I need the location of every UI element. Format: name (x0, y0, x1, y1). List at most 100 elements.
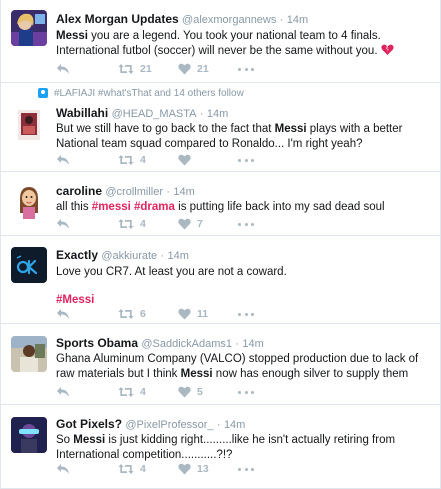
tweet-header: Wabillahi @HEAD_MASTA · 14m (56, 106, 432, 121)
avatar[interactable] (11, 247, 47, 283)
avatar[interactable] (11, 107, 47, 143)
reply-icon (57, 309, 69, 319)
separator: · (279, 14, 284, 26)
tweet[interactable]: Got Pixels? @PixelProfessor_ · 14m So Me… (1, 405, 440, 489)
hashtag-link[interactable]: #drama (134, 201, 175, 213)
like-button[interactable]: 7 (178, 218, 238, 230)
broken-heart-icon (381, 44, 394, 61)
user-handle[interactable]: @PixelProfessor_ (125, 419, 213, 431)
reply-button[interactable] (56, 63, 118, 75)
reply-button[interactable] (56, 386, 118, 398)
text-segment: Love you CR7. At least you are not a cow… (56, 266, 287, 278)
retweet-count: 4 (140, 154, 146, 166)
tweet[interactable]: Sports Obama @SaddickAdams1 · 14m Ghana … (1, 324, 440, 405)
keyword-highlight: Messi (56, 30, 88, 42)
separator: · (235, 338, 240, 350)
like-button[interactable]: 13 (178, 463, 238, 475)
reply-icon (57, 464, 69, 474)
hashtag-link[interactable]: #messi (92, 201, 131, 213)
user-handle[interactable]: @alexmorgannews (182, 14, 276, 26)
timeline: Alex Morgan Updates @alexmorgannews · 14… (0, 0, 441, 489)
timestamp[interactable]: 14m (224, 419, 245, 431)
retweet-button[interactable]: 6 (118, 308, 178, 320)
user-handle[interactable]: @akkiurate (101, 250, 157, 262)
like-count: 7 (197, 218, 203, 230)
like-icon (178, 463, 191, 475)
tweet[interactable]: caroline @crollmiller · 14m all this #me… (1, 172, 440, 236)
retweet-button[interactable]: 4 (118, 463, 178, 475)
user-name[interactable]: Alex Morgan Updates (56, 12, 179, 26)
separator: · (216, 419, 221, 431)
avatar[interactable] (11, 417, 47, 453)
text-segment: So (56, 434, 74, 446)
retweet-count: 21 (140, 63, 152, 75)
tweet-actions: 6 11 (56, 306, 254, 322)
tweet-header: Exactly @akkiurate · 14m (56, 248, 432, 263)
reply-button[interactable] (56, 463, 118, 475)
retweet-icon (118, 387, 134, 397)
tweet-actions: 4 (56, 152, 254, 168)
user-handle[interactable]: @crollmiller (105, 186, 163, 198)
more-icon[interactable] (238, 463, 254, 475)
follow-context: #LAFIAJI #what'sThat and 14 others follo… (38, 87, 244, 99)
tweet[interactable]: Alex Morgan Updates @alexmorgannews · 14… (1, 0, 440, 83)
user-handle[interactable]: @SaddickAdams1 (141, 338, 232, 350)
keyword-highlight: Messi (180, 368, 213, 380)
more-icon[interactable] (238, 154, 254, 166)
reply-button[interactable] (56, 308, 118, 320)
tweet-text: Love you CR7. At least you are not a cow… (56, 265, 432, 280)
retweet-button[interactable]: 4 (118, 154, 178, 166)
more-icon[interactable] (238, 386, 254, 398)
tweet[interactable]: Exactly @akkiurate · 14m Love you CR7. A… (1, 236, 440, 324)
avatar[interactable] (11, 10, 47, 46)
timestamp[interactable]: 14m (207, 108, 228, 120)
follow-context-text[interactable]: #LAFIAJI #what'sThat and 14 others follo… (54, 88, 244, 99)
text-segment: you are a legend. You took your national… (56, 30, 381, 57)
more-icon[interactable] (238, 308, 254, 320)
like-count: 13 (197, 463, 209, 475)
retweet-button[interactable]: 4 (118, 386, 178, 398)
retweet-count: 4 (140, 386, 146, 398)
tweet-text: But we still have to go back to the fact… (56, 122, 432, 152)
timestamp[interactable]: 14m (242, 338, 263, 350)
timestamp[interactable]: 14m (168, 250, 189, 262)
timestamp[interactable]: 14m (173, 186, 194, 198)
text-segment: But we still have to go back to the fact… (56, 123, 275, 135)
retweet-icon (118, 155, 134, 165)
retweet-button[interactable]: 4 (118, 218, 178, 230)
like-button[interactable] (178, 154, 238, 166)
user-name[interactable]: Exactly (56, 248, 98, 262)
retweet-count: 4 (140, 218, 146, 230)
user-name[interactable]: Wabillahi (56, 106, 108, 120)
tweet-text: Messi you are a legend. You took your na… (56, 29, 432, 61)
separator: · (166, 186, 171, 198)
more-icon[interactable] (238, 63, 254, 75)
reply-button[interactable] (56, 218, 118, 230)
user-name[interactable]: caroline (56, 184, 102, 198)
reply-icon (57, 387, 69, 397)
tweet-header: Sports Obama @SaddickAdams1 · 14m (56, 336, 432, 351)
like-count: 5 (197, 386, 203, 398)
hashtag-link[interactable]: #Messi (56, 294, 94, 306)
timestamp[interactable]: 14m (287, 14, 308, 26)
like-button[interactable]: 21 (178, 63, 238, 75)
user-handle[interactable]: @HEAD_MASTA (112, 108, 197, 120)
tweet-text: all this #messi #drama is putting life b… (56, 200, 432, 215)
user-name[interactable]: Got Pixels? (56, 417, 122, 431)
like-icon (178, 386, 191, 398)
like-icon (178, 218, 191, 230)
like-button[interactable]: 11 (178, 308, 238, 320)
like-button[interactable]: 5 (178, 386, 238, 398)
text-segment: all this (56, 201, 92, 213)
more-icon[interactable] (238, 218, 254, 230)
retweet-button[interactable]: 21 (118, 63, 178, 75)
avatar[interactable] (11, 183, 47, 219)
user-name[interactable]: Sports Obama (56, 336, 138, 350)
text-segment: now has enough silver to supply them (212, 368, 409, 380)
text-segment: is putting life back into my sad dead so… (174, 201, 385, 213)
avatar[interactable] (11, 336, 47, 372)
tweet[interactable]: #LAFIAJI #what'sThat and 14 others follo… (1, 83, 440, 172)
retweet-icon (118, 464, 134, 474)
reply-button[interactable] (56, 154, 118, 166)
reply-icon (57, 219, 69, 229)
